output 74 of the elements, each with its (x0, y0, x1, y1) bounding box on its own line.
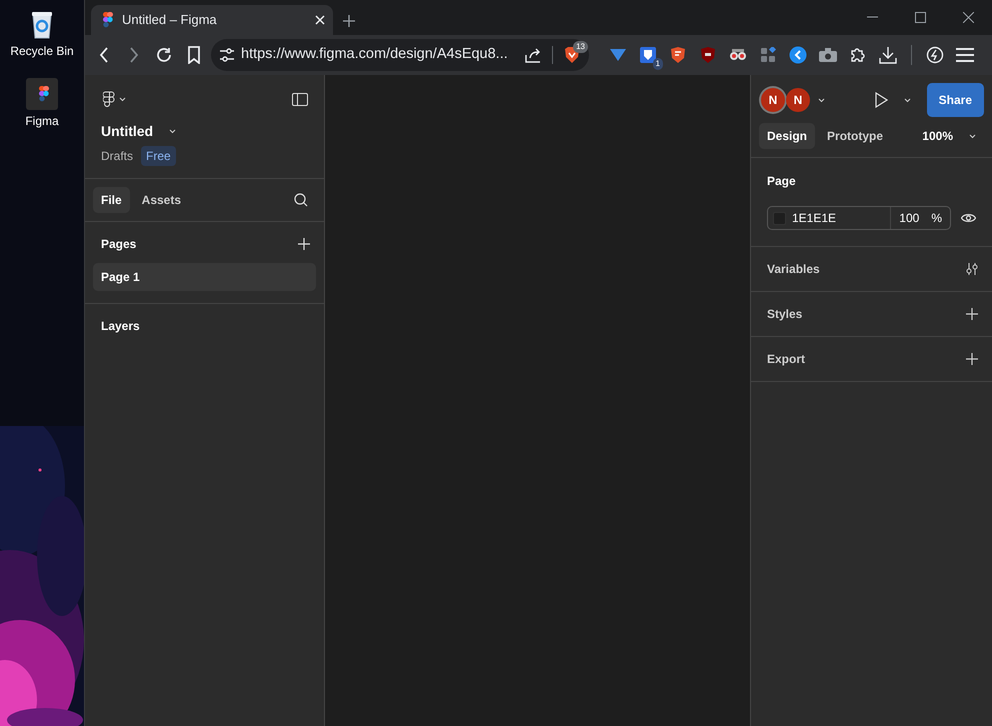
shields-button[interactable]: 13 (559, 40, 585, 70)
badge-count: 1 (652, 58, 663, 70)
section-heading: Variables (767, 261, 820, 278)
browser-tab[interactable]: Untitled – Figma (91, 5, 333, 35)
shield-icon (639, 46, 657, 64)
panel-toggle-button[interactable] (292, 92, 308, 106)
search-icon (294, 193, 308, 207)
main-menu-button[interactable] (103, 91, 126, 107)
visibility-button[interactable] (961, 213, 976, 223)
panel-tab[interactable]: Assets (134, 187, 190, 213)
download-icon (879, 46, 897, 64)
tab-title: Untitled – Figma (122, 11, 218, 30)
menu-icon (956, 47, 974, 63)
binoculars-icon (729, 47, 747, 63)
section-heading: Export (767, 351, 806, 368)
add-page-button[interactable] (298, 238, 310, 250)
puzzle-icon (849, 46, 867, 64)
page-item[interactable]: Page 1 (93, 263, 316, 291)
panel-tab[interactable]: Prototype (819, 123, 892, 149)
triangle-icon (610, 49, 626, 61)
figma-logo-icon (103, 91, 115, 107)
share-icon (525, 47, 541, 63)
sidebar-icon (292, 92, 308, 106)
chevron-down-icon (169, 129, 176, 134)
plus-icon (966, 308, 978, 320)
camera-icon (819, 48, 837, 62)
search-button[interactable] (294, 193, 308, 207)
plus-icon (343, 15, 355, 27)
panel-tab[interactable]: Design (759, 123, 816, 149)
plus-icon (298, 238, 310, 250)
add-button[interactable] (966, 308, 978, 320)
section-heading: Pages (101, 236, 136, 253)
location-text: Drafts (101, 148, 134, 165)
zoom-menu-button[interactable]: 100% (922, 127, 976, 145)
shield-icon (670, 46, 686, 64)
leaf-icon (926, 46, 944, 64)
file-name-button[interactable]: Untitled (85, 107, 324, 142)
add-button[interactable] (966, 353, 978, 365)
close-tab-button[interactable] (315, 15, 325, 25)
recycle-bin-icon (29, 9, 55, 39)
sliders-icon (966, 263, 978, 275)
eye-icon (961, 213, 976, 223)
page-color-field[interactable]: 1E1E1E 100 % (767, 206, 951, 230)
close-icon (315, 15, 325, 25)
section-heading: Styles (767, 306, 802, 323)
play-icon (874, 92, 888, 108)
circle-logo-icon (789, 46, 807, 64)
close-icon (962, 12, 974, 23)
site-settings-icon (219, 48, 235, 62)
section-heading: Layers (101, 319, 140, 333)
section-heading: Page (767, 173, 797, 190)
chevron-down-icon (818, 98, 825, 102)
extension-button[interactable]: 1 (635, 40, 661, 70)
chevron-down-icon (119, 96, 126, 102)
plus-icon (966, 353, 978, 365)
plan-badge: Free (141, 146, 176, 166)
badge-count: 13 (573, 41, 588, 53)
maximize-icon (914, 12, 926, 23)
shield-icon (700, 46, 716, 64)
settings-button[interactable] (966, 263, 978, 275)
new-tab-button[interactable] (343, 15, 355, 27)
avatar[interactable]: N (786, 88, 810, 112)
avatars-menu-button[interactable] (818, 98, 825, 102)
panel-tab[interactable]: File (93, 187, 130, 213)
present-button[interactable] (874, 92, 911, 108)
reload-icon (155, 46, 173, 64)
url-text: https://www.figma.com/design/A4sEqu8... (241, 45, 509, 64)
chevron-down-icon (904, 98, 911, 102)
share-button[interactable]: Share (926, 83, 984, 117)
apps-grid-icon (760, 47, 776, 63)
chevron-down-icon (969, 134, 976, 138)
avatar[interactable]: N (761, 88, 785, 112)
address-bar[interactable]: https://www.figma.com/design/A4sEqu8... 13 (211, 39, 589, 71)
bookmark-icon (187, 46, 201, 64)
